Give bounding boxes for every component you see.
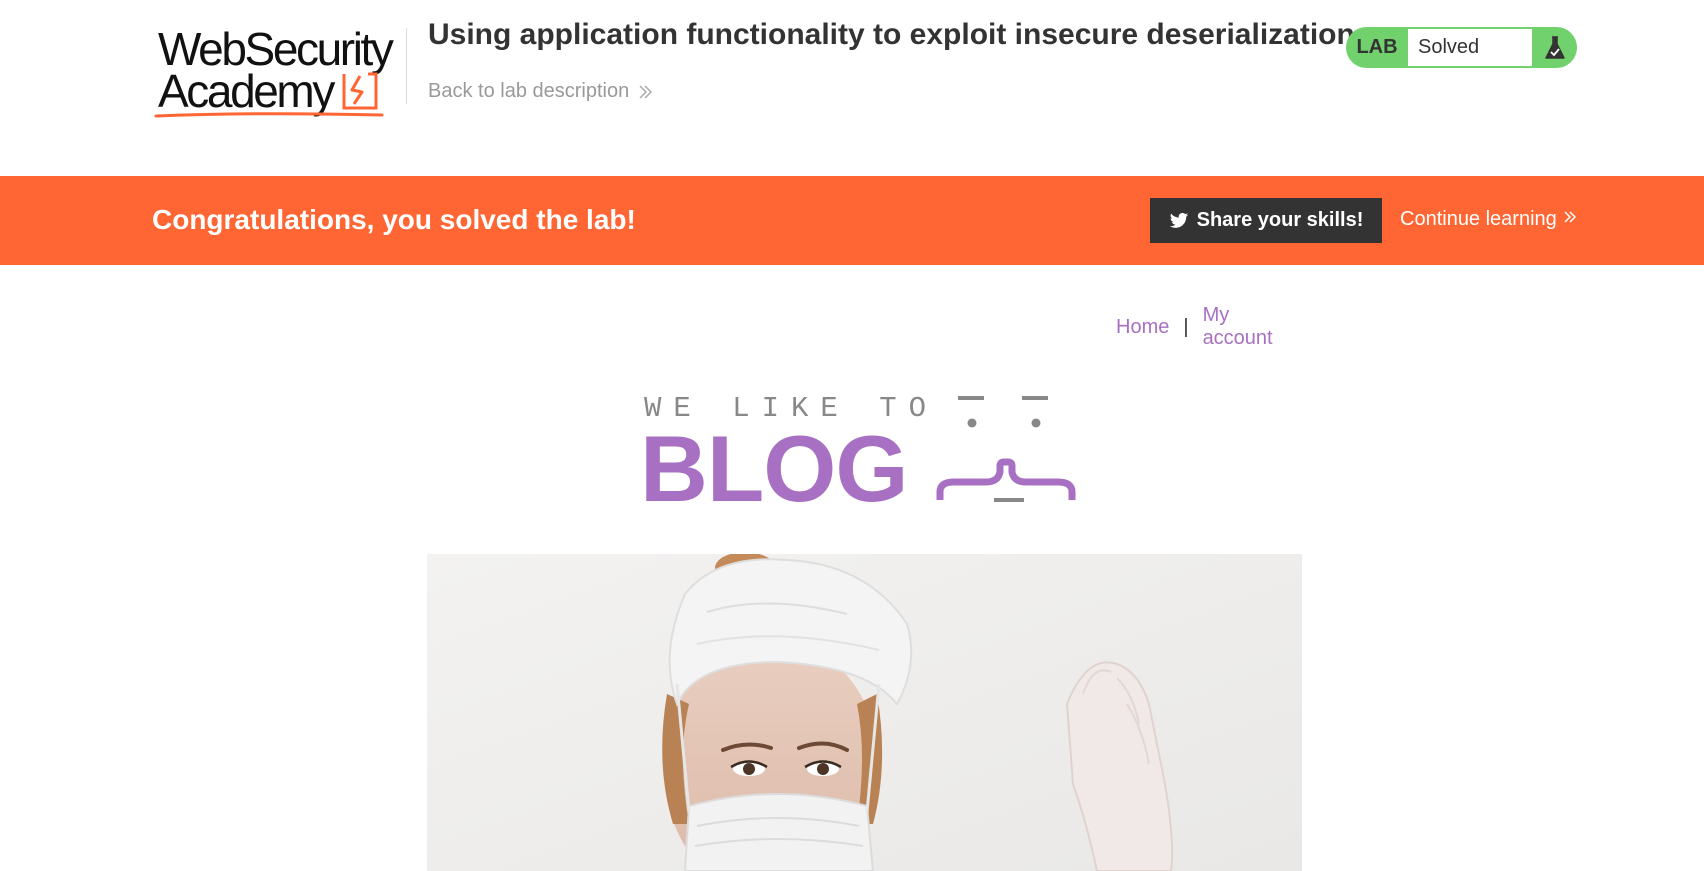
solved-message: Congratulations, you solved the lab! xyxy=(152,204,636,235)
continue-learning-label: Continue learning xyxy=(1400,208,1557,230)
share-skills-button[interactable]: Share your skills! xyxy=(1150,198,1382,243)
nav-separator: | xyxy=(1183,315,1189,338)
lab-title: Using application functionality to explo… xyxy=(428,18,1355,51)
share-button-label: Share your skills! xyxy=(1196,209,1364,231)
logo-lightning-badge-icon xyxy=(342,72,378,110)
lab-solved-banner: Congratulations, you solved the lab! Sha… xyxy=(0,176,1704,265)
my-account-link[interactable]: My account xyxy=(1203,304,1302,350)
blog-header-logo: WE LIKE TO BLOG xyxy=(640,388,1090,521)
double-chevron-right-icon xyxy=(639,84,653,99)
academy-header: WebSecurity Academy Using application fu… xyxy=(0,0,1704,176)
logo-text-line2: Academy xyxy=(158,65,335,117)
double-chevron-right-icon xyxy=(1564,211,1577,223)
back-link-label: Back to lab description xyxy=(428,80,630,102)
curly-face-icon xyxy=(936,396,1076,502)
flask-icon xyxy=(1532,27,1577,68)
surgeon-photo-illustration xyxy=(427,554,1302,871)
lab-status-text: Solved xyxy=(1408,29,1532,66)
blog-wordmark: BLOG xyxy=(640,416,909,521)
lab-status-widget: LAB Solved xyxy=(1346,27,1577,68)
lab-badge-label: LAB xyxy=(1356,36,1398,58)
blog-post-hero-image xyxy=(427,554,1302,871)
logo-underline-icon xyxy=(154,112,384,118)
continue-learning-link[interactable]: Continue learning xyxy=(1400,208,1578,231)
home-link[interactable]: Home xyxy=(1116,316,1169,339)
twitter-icon xyxy=(1169,212,1188,228)
header-divider xyxy=(406,28,407,104)
back-to-lab-description-link[interactable]: Back to lab description xyxy=(428,80,653,103)
top-links: Home | My account xyxy=(1116,304,1302,350)
web-security-academy-logo[interactable]: WebSecurity Academy xyxy=(152,26,404,118)
